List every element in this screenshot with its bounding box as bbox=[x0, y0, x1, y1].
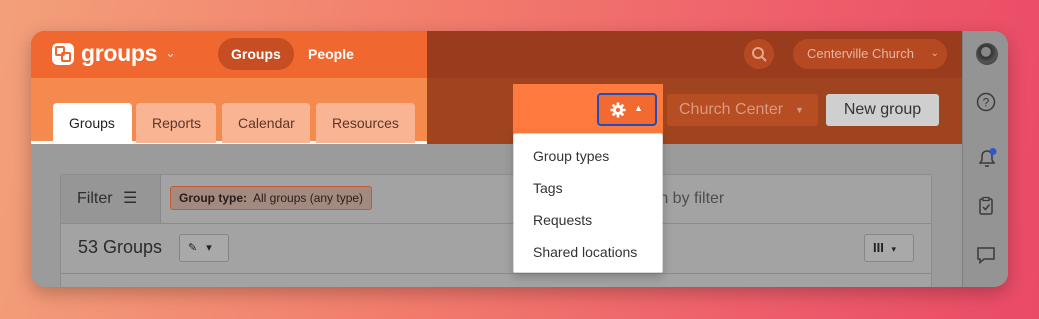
menu-item-requests[interactable]: Requests bbox=[514, 204, 662, 236]
chevron-down-icon: ⌄ bbox=[930, 48, 939, 59]
filter-toggle[interactable]: Filter ☰ bbox=[61, 175, 161, 223]
new-group-button[interactable]: New group bbox=[826, 94, 939, 126]
columns-icon: III bbox=[873, 240, 884, 255]
tab-reports[interactable]: Reports bbox=[136, 103, 216, 143]
groups-list-card: Filter ☰ Group type: All groups (any type… bbox=[60, 174, 932, 287]
search-icon bbox=[752, 47, 767, 62]
bell-icon[interactable] bbox=[976, 147, 998, 169]
nav-groups[interactable]: Groups bbox=[218, 38, 294, 70]
search-button[interactable] bbox=[744, 39, 774, 69]
filter-icon: ☰ bbox=[123, 190, 138, 207]
menu-item-group-types[interactable]: Group types bbox=[514, 140, 662, 172]
gear-icon bbox=[610, 102, 626, 118]
svg-text:?: ? bbox=[983, 96, 990, 110]
chevron-down-icon: ▾ bbox=[206, 242, 212, 254]
church-center-button[interactable]: Church Center ▼ bbox=[667, 94, 818, 126]
right-sidebar: ? bbox=[962, 31, 1008, 287]
pencil-icon: ✎ bbox=[188, 242, 198, 254]
clipboard-icon[interactable] bbox=[976, 196, 996, 216]
chip-value: All groups (any type) bbox=[253, 191, 364, 205]
chevron-up-icon: ▲ bbox=[634, 103, 643, 113]
tab-groups[interactable]: Groups bbox=[53, 103, 132, 143]
church-center-label: Church Center bbox=[679, 101, 784, 118]
tab-resources[interactable]: Resources bbox=[316, 103, 415, 143]
group-count: 53 Groups bbox=[78, 237, 163, 257]
settings-dropdown-menu: Group types Tags Requests Shared locatio… bbox=[513, 133, 663, 273]
divider bbox=[61, 223, 931, 224]
bulk-edit-button[interactable]: ✎ ▾ bbox=[179, 234, 229, 262]
filter-chip[interactable]: Group type: All groups (any type) bbox=[170, 186, 373, 210]
help-icon[interactable]: ? bbox=[976, 92, 996, 112]
app-window: groups ⌄ Groups People Centerville Churc… bbox=[31, 31, 1008, 287]
chevron-down-icon: ▼ bbox=[795, 105, 804, 115]
tab-calendar[interactable]: Calendar bbox=[222, 103, 310, 143]
filter-label: Filter bbox=[77, 190, 113, 207]
divider bbox=[61, 273, 931, 274]
chevron-down-icon[interactable]: ⌄ bbox=[165, 45, 176, 61]
chip-key: Group type: bbox=[179, 191, 247, 205]
columns-button[interactable]: III ▾ bbox=[864, 234, 914, 262]
main-content: Filter ☰ Group type: All groups (any type… bbox=[31, 144, 962, 287]
org-name: Centerville Church bbox=[807, 46, 914, 61]
org-switcher[interactable]: Centerville Church ⌄ bbox=[793, 39, 947, 69]
settings-button[interactable]: ▲ bbox=[597, 93, 657, 126]
menu-item-shared-locations[interactable]: Shared locations bbox=[514, 236, 662, 268]
chat-icon[interactable] bbox=[976, 245, 996, 265]
nav-people[interactable]: People bbox=[308, 46, 354, 62]
avatar[interactable] bbox=[976, 43, 998, 65]
groups-logo-icon[interactable] bbox=[52, 43, 74, 65]
app-title[interactable]: groups bbox=[81, 40, 157, 67]
menu-item-tags[interactable]: Tags bbox=[514, 172, 662, 204]
chevron-down-icon: ▾ bbox=[891, 244, 896, 254]
